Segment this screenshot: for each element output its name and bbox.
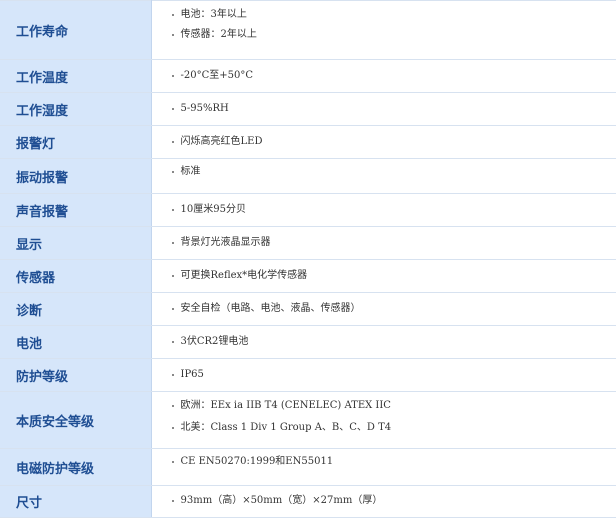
table-row: 电池 3伏CR2锂电池 xyxy=(0,325,616,359)
spec-label: 诊断 xyxy=(0,292,152,326)
spec-label: 本质安全等级 xyxy=(0,391,152,449)
table-row: 诊断 安全自检（电路、电池、液晶、传感器） xyxy=(0,292,616,326)
spec-value-line: 3伏CR2锂电池 xyxy=(171,336,616,348)
spec-value: CE EN50270:1999和EN55011 xyxy=(151,448,616,486)
spec-value-line: 传感器：2年以上 xyxy=(171,29,616,41)
table-row: 振动报警 标准 xyxy=(0,158,616,194)
spec-label: 防护等级 xyxy=(0,358,152,392)
spec-value: 3伏CR2锂电池 xyxy=(151,325,616,359)
spec-label: 报警灯 xyxy=(0,125,152,159)
spec-label: 工作温度 xyxy=(0,59,152,93)
spec-value: 电池：3年以上 传感器：2年以上 xyxy=(151,0,616,60)
spec-table: 工作寿命 电池：3年以上 传感器：2年以上 工作温度 -20°C至+50°C 工… xyxy=(0,0,616,518)
spec-label: 电磁防护等级 xyxy=(0,448,152,486)
table-row: 传感器 可更换Reflex*电化学传感器 xyxy=(0,259,616,293)
spec-value: 闪烁高亮红色LED xyxy=(151,125,616,159)
spec-value-line: 闪烁高亮红色LED xyxy=(171,136,616,148)
spec-value-line: 电池：3年以上 xyxy=(171,9,616,21)
table-row: 显示 背景灯光液晶显示器 xyxy=(0,226,616,260)
spec-value-line: 标准 xyxy=(171,166,616,178)
spec-value-line: 欧洲：EEx ia IIB T4 (CENELEC) ATEX IIC xyxy=(171,400,616,412)
table-row: 声音报警 10厘米95分贝 xyxy=(0,193,616,227)
spec-value-line: IP65 xyxy=(171,369,616,381)
spec-value-line: 93mm（高）×50mm（宽）×27mm（厚） xyxy=(171,495,616,507)
spec-value-line: 北美：Class 1 Div 1 Group A、B、C、D T4 xyxy=(171,422,616,434)
spec-value: 背景灯光液晶显示器 xyxy=(151,226,616,260)
spec-label: 传感器 xyxy=(0,259,152,293)
table-row: 防护等级 IP65 xyxy=(0,358,616,392)
spec-label: 工作寿命 xyxy=(0,0,152,60)
spec-value: 欧洲：EEx ia IIB T4 (CENELEC) ATEX IIC 北美：C… xyxy=(151,391,616,449)
spec-value: IP65 xyxy=(151,358,616,392)
spec-label: 声音报警 xyxy=(0,193,152,227)
spec-label: 振动报警 xyxy=(0,158,152,194)
table-row: 尺寸 93mm（高）×50mm（宽）×27mm（厚） xyxy=(0,485,616,518)
spec-value-line: -20°C至+50°C xyxy=(171,70,616,82)
spec-value: 标准 xyxy=(151,158,616,194)
spec-label: 工作湿度 xyxy=(0,92,152,126)
table-row: 工作温度 -20°C至+50°C xyxy=(0,59,616,93)
table-row: 工作寿命 电池：3年以上 传感器：2年以上 xyxy=(0,0,616,60)
spec-value-line: 背景灯光液晶显示器 xyxy=(171,237,616,249)
spec-value-line: CE EN50270:1999和EN55011 xyxy=(171,456,616,468)
spec-value: 93mm（高）×50mm（宽）×27mm（厚） xyxy=(151,485,616,518)
spec-value: 10厘米95分贝 xyxy=(151,193,616,227)
spec-value: 可更换Reflex*电化学传感器 xyxy=(151,259,616,293)
spec-label: 电池 xyxy=(0,325,152,359)
spec-value-line: 10厘米95分贝 xyxy=(171,204,616,216)
table-row: 报警灯 闪烁高亮红色LED xyxy=(0,125,616,159)
spec-value: -20°C至+50°C xyxy=(151,59,616,93)
spec-value-line: 安全自检（电路、电池、液晶、传感器） xyxy=(171,303,616,315)
table-row: 工作湿度 5-95%RH xyxy=(0,92,616,126)
spec-value: 5-95%RH xyxy=(151,92,616,126)
spec-value-line: 5-95%RH xyxy=(171,103,616,115)
table-row: 电磁防护等级 CE EN50270:1999和EN55011 xyxy=(0,448,616,486)
table-row: 本质安全等级 欧洲：EEx ia IIB T4 (CENELEC) ATEX I… xyxy=(0,391,616,449)
spec-value: 安全自检（电路、电池、液晶、传感器） xyxy=(151,292,616,326)
spec-label: 尺寸 xyxy=(0,485,152,518)
spec-value-line: 可更换Reflex*电化学传感器 xyxy=(171,270,616,282)
spec-label: 显示 xyxy=(0,226,152,260)
